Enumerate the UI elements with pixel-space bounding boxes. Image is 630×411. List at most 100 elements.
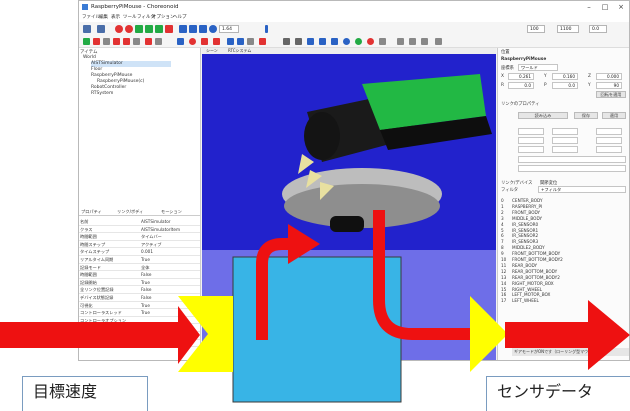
property-row[interactable]: デバイス状態記録 False bbox=[79, 294, 200, 302]
property-row[interactable]: 時間ステップ アクティブ bbox=[79, 241, 200, 249]
property-row[interactable]: クラス AISTSimulatorItem bbox=[79, 226, 200, 234]
link-field-6[interactable] bbox=[596, 137, 622, 144]
link-field-1[interactable] bbox=[518, 128, 544, 135]
link-field-4[interactable] bbox=[518, 137, 544, 144]
rot-r-field[interactable]: 0.0 bbox=[508, 82, 534, 89]
property-value[interactable]: False bbox=[141, 286, 152, 293]
list-filter-field[interactable]: +フィルタ bbox=[538, 186, 626, 193]
green-ball-icon[interactable] bbox=[355, 38, 362, 45]
menu-help[interactable]: ヘルプ bbox=[173, 13, 187, 22]
step-field[interactable]: 0.0 bbox=[589, 25, 607, 33]
link-wide-field-2[interactable] bbox=[518, 165, 626, 172]
close-button[interactable]: × bbox=[613, 1, 629, 13]
wireframe-icon[interactable] bbox=[247, 38, 254, 45]
fog-icon[interactable] bbox=[331, 38, 338, 45]
joint-icon[interactable] bbox=[123, 38, 130, 45]
link-field-9[interactable] bbox=[596, 146, 622, 153]
stop-record-icon[interactable] bbox=[125, 25, 133, 33]
sim-stop-icon[interactable] bbox=[165, 25, 173, 33]
property-row[interactable]: コントローラオプション bbox=[79, 317, 200, 325]
scene-viewport[interactable] bbox=[202, 54, 496, 360]
save-button[interactable]: 保存 bbox=[574, 112, 598, 119]
pose-icon[interactable] bbox=[145, 38, 152, 45]
property-value[interactable]: AISTSimulator bbox=[141, 218, 171, 225]
pos-x-field[interactable]: 0.261 bbox=[508, 73, 534, 80]
move-icon[interactable] bbox=[93, 38, 100, 45]
apply-button[interactable]: 適用 bbox=[602, 112, 626, 119]
property-row[interactable]: 動力学モード 順動力学 bbox=[79, 332, 200, 340]
ik-icon[interactable] bbox=[133, 38, 140, 45]
camera-icon[interactable] bbox=[177, 38, 184, 45]
property-value[interactable]: False bbox=[141, 294, 152, 301]
settings-icon[interactable] bbox=[379, 38, 386, 45]
rot-y-field[interactable]: 90 bbox=[596, 82, 622, 89]
minimize-button[interactable]: – bbox=[581, 1, 597, 13]
property-row[interactable]: 可視化 True bbox=[79, 302, 200, 310]
collision-icon[interactable] bbox=[213, 38, 220, 45]
property-row[interactable]: コントローラスレッド True bbox=[79, 309, 200, 317]
perspective-icon[interactable] bbox=[237, 38, 244, 45]
list-tab-links[interactable]: リンク/デバイス bbox=[501, 180, 532, 186]
property-value[interactable]: タイムバー bbox=[141, 233, 162, 240]
render-icon[interactable] bbox=[435, 38, 442, 45]
play-end-icon[interactable] bbox=[189, 25, 197, 33]
load-button[interactable]: 読み込み bbox=[518, 112, 568, 119]
range-field[interactable]: 1100 bbox=[557, 25, 579, 33]
link-field-2[interactable] bbox=[552, 128, 578, 135]
link-field-7[interactable] bbox=[518, 146, 544, 153]
property-row[interactable]: タイムステップ 0.001 bbox=[79, 248, 200, 256]
time-field[interactable]: 1.64 bbox=[219, 25, 239, 33]
sim-pause-icon[interactable] bbox=[155, 25, 163, 33]
property-row[interactable]: 全リンク位置記録 False bbox=[79, 286, 200, 294]
coord-select[interactable]: ワールド bbox=[518, 64, 558, 71]
tree-item-simulator[interactable]: AISTSimulator bbox=[91, 61, 171, 67]
menu-options[interactable]: オプション bbox=[152, 13, 175, 22]
rot-p-field[interactable]: 0.0 bbox=[552, 82, 578, 89]
property-row[interactable]: 記録モード 全体 bbox=[79, 264, 200, 272]
link-field-8[interactable] bbox=[552, 146, 578, 153]
tab-link-body[interactable]: リンク/ボディ bbox=[117, 208, 143, 216]
floor-icon[interactable] bbox=[295, 38, 302, 45]
property-value[interactable]: アクティブ bbox=[141, 241, 161, 248]
tab-properties[interactable]: プロパティ bbox=[81, 208, 102, 216]
property-row[interactable]: 積分モード ルンゲクッタ bbox=[79, 340, 200, 348]
shade-icon[interactable] bbox=[319, 38, 326, 45]
sim-restart-icon[interactable] bbox=[145, 25, 153, 33]
load-icon[interactable] bbox=[97, 25, 105, 33]
menu-tools[interactable]: ツール bbox=[123, 13, 137, 22]
refresh-icon[interactable] bbox=[209, 25, 217, 33]
property-value[interactable]: 全体 bbox=[141, 264, 149, 271]
target-icon[interactable] bbox=[189, 38, 196, 45]
menu-file[interactable]: ファイル bbox=[82, 13, 100, 22]
property-row[interactable]: 名前 AISTSimulator bbox=[79, 218, 200, 226]
property-row[interactable]: 記録開始 True bbox=[79, 279, 200, 287]
rotate-icon[interactable] bbox=[103, 38, 110, 45]
red-ball-icon[interactable] bbox=[367, 38, 374, 45]
maximize-button[interactable]: □ bbox=[597, 1, 613, 13]
marker-icon[interactable] bbox=[201, 38, 208, 45]
property-row[interactable]: 時間範囲 タイムバー bbox=[79, 233, 200, 241]
grab-icon[interactable] bbox=[421, 38, 428, 45]
property-value[interactable]: True bbox=[141, 279, 150, 286]
grid-icon[interactable] bbox=[283, 38, 290, 45]
property-row[interactable]: シーンビュー編集モード False bbox=[79, 324, 200, 332]
select-icon[interactable] bbox=[83, 38, 90, 45]
record-icon[interactable] bbox=[115, 25, 123, 33]
time-slider-knob[interactable] bbox=[265, 25, 268, 33]
lock-icon[interactable] bbox=[397, 38, 404, 45]
property-value[interactable]: 0.001 bbox=[141, 248, 153, 255]
tree-item-rtsystem[interactable]: RTSystem bbox=[91, 91, 113, 97]
pos-y-field[interactable]: 0.160 bbox=[552, 73, 578, 80]
property-value[interactable]: False bbox=[141, 324, 152, 331]
property-value[interactable]: ルンゲクッタ bbox=[141, 340, 166, 347]
stop-icon[interactable] bbox=[199, 25, 207, 33]
highlight-icon[interactable] bbox=[259, 38, 266, 45]
link-field-5[interactable] bbox=[552, 137, 578, 144]
pos-z-field[interactable]: 0.000 bbox=[596, 73, 622, 80]
property-value[interactable]: True bbox=[141, 302, 150, 309]
sphere-icon[interactable] bbox=[343, 38, 350, 45]
light-icon[interactable] bbox=[307, 38, 314, 45]
save-icon[interactable] bbox=[83, 25, 91, 33]
property-value[interactable]: 順動力学 bbox=[141, 332, 158, 339]
play-icon[interactable] bbox=[179, 25, 187, 33]
